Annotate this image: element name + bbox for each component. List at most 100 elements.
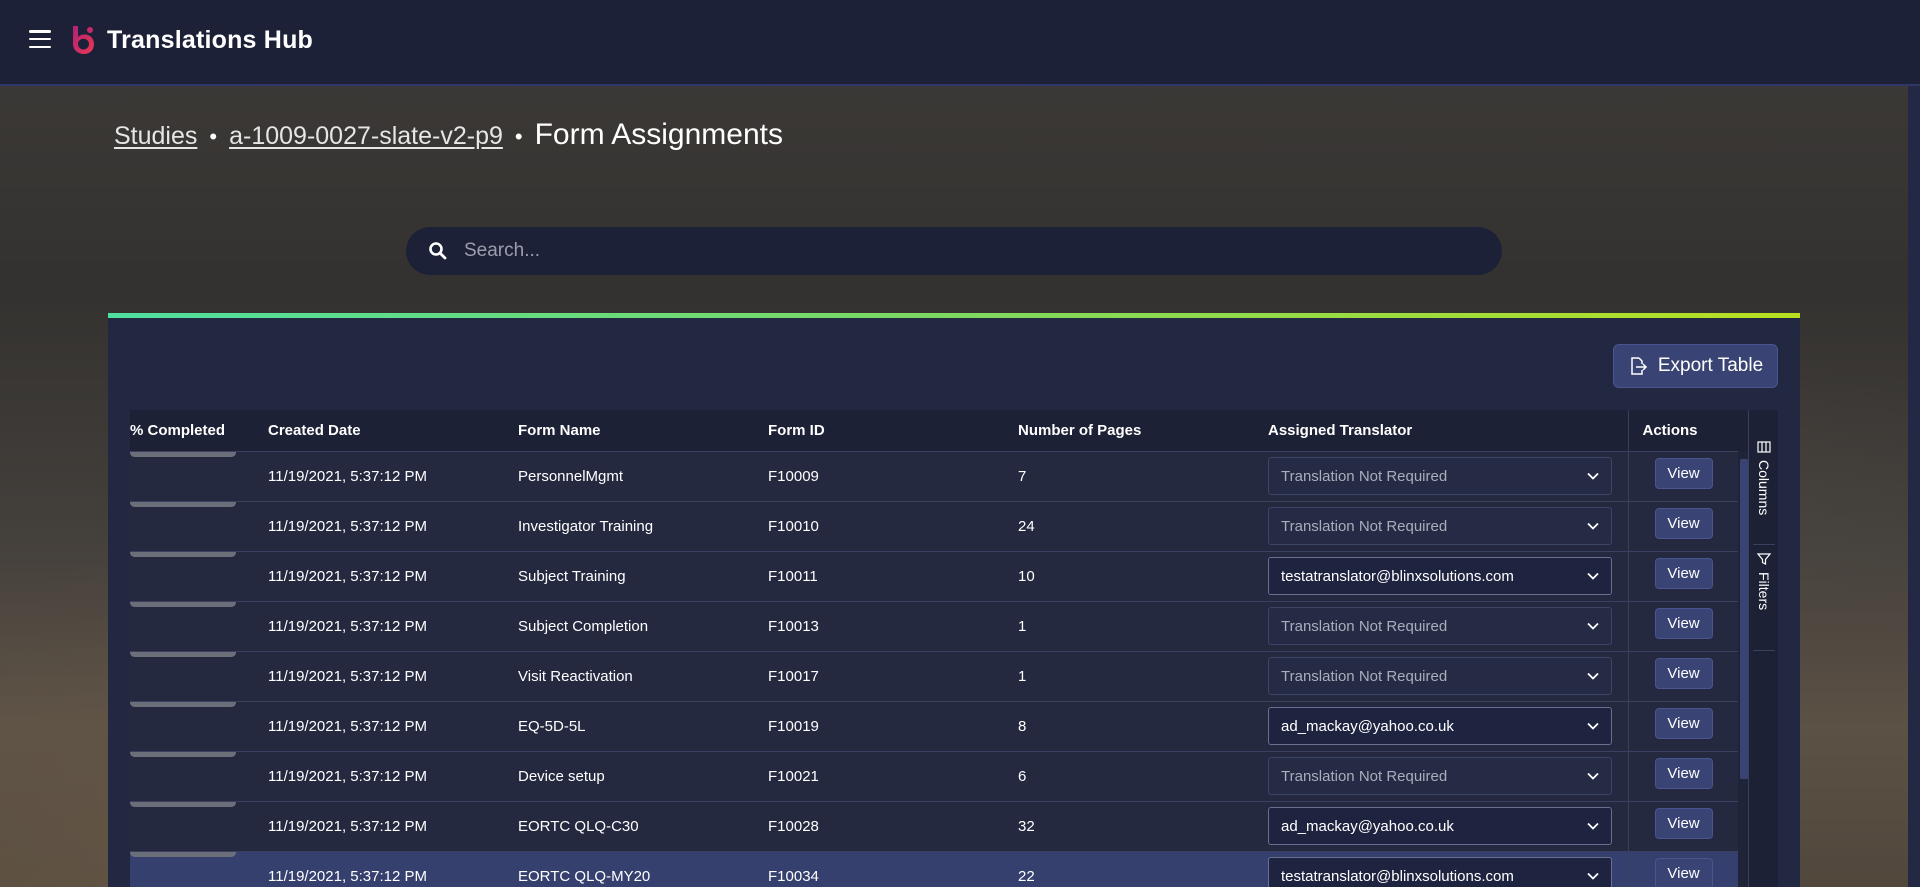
translator-cell: testatranslator@blinxsolutions.com xyxy=(1268,851,1628,887)
form-id-cell: F10009 xyxy=(768,467,819,485)
form-id-cell: F10028 xyxy=(768,817,819,835)
completion-progress-bar xyxy=(130,801,236,807)
breadcrumb-studies-link[interactable]: Studies xyxy=(114,122,197,151)
column-header-form-name[interactable]: Form Name xyxy=(518,410,768,452)
filters-tab[interactable]: Filters xyxy=(1749,552,1779,610)
actions-cell: View xyxy=(1627,751,1748,801)
created-date-cell: 11/19/2021, 5:37:12 PM xyxy=(268,767,428,785)
table-row[interactable]: 11/19/2021, 5:37:12 PM EORTC QLQ-C30 F1002… xyxy=(130,801,1748,851)
table-row[interactable]: 11/19/2021, 5:37:12 PM Device setup F10021… xyxy=(130,751,1748,801)
table-row[interactable]: 11/19/2021, 5:37:12 PM Visit Reactivation… xyxy=(130,651,1748,701)
table-header-row: Completed % Created Date Form Name Form … xyxy=(130,410,1748,452)
side-panel-divider xyxy=(1753,650,1775,651)
form-name-cell: Subject Completion xyxy=(518,617,649,635)
completion-progress-bar xyxy=(130,651,236,657)
view-button[interactable]: View xyxy=(1654,507,1713,539)
form-name-cell: Device setup xyxy=(518,767,605,785)
translator-select[interactable]: ad_mackay@yahoo.co.uk xyxy=(1268,807,1612,845)
column-header-completed[interactable]: Completed % xyxy=(130,410,268,452)
translator-select[interactable]: testatranslator@blinxsolutions.com xyxy=(1268,857,1612,887)
table-scrollbar[interactable] xyxy=(1738,451,1748,887)
translator-select[interactable]: testatranslator@blinxsolutions.com xyxy=(1268,557,1612,595)
translator-select[interactable]: Translation Not Required xyxy=(1268,657,1612,695)
app-title: Translations Hub xyxy=(107,25,314,54)
completed-cell xyxy=(130,651,268,701)
translator-select[interactable]: Translation Not Required xyxy=(1268,457,1612,495)
chevron-down-icon xyxy=(1587,722,1599,730)
search-input[interactable] xyxy=(464,231,1464,271)
completion-progress-bar xyxy=(130,551,236,557)
actions-cell: View xyxy=(1627,851,1748,887)
translator-select-value: ad_mackay@yahoo.co.uk xyxy=(1281,717,1454,735)
translator-select[interactable]: ad_mackay@yahoo.co.uk xyxy=(1268,707,1612,745)
view-button[interactable]: View xyxy=(1654,757,1713,789)
translator-select-value: Translation Not Required xyxy=(1281,767,1448,785)
form-name-cell: Subject Training xyxy=(518,567,626,585)
chevron-down-icon xyxy=(1587,872,1599,880)
translator-select[interactable]: Translation Not Required xyxy=(1268,607,1612,645)
page-scrollbar[interactable] xyxy=(1908,86,1920,887)
export-table-button[interactable]: Export Table xyxy=(1613,344,1778,388)
completed-cell xyxy=(130,501,268,551)
completion-progress-bar xyxy=(130,451,236,457)
view-button[interactable]: View xyxy=(1654,807,1713,839)
actions-cell: View xyxy=(1627,651,1748,701)
table-row[interactable]: 11/19/2021, 5:37:12 PM Subject Training F1… xyxy=(130,551,1748,601)
view-button[interactable]: View xyxy=(1654,857,1713,887)
column-header-form-id[interactable]: Form ID xyxy=(768,410,1018,452)
side-panel-divider xyxy=(1753,544,1775,545)
table-scrollbar-thumb[interactable] xyxy=(1740,459,1748,779)
translator-select[interactable]: Translation Not Required xyxy=(1268,507,1612,545)
chevron-down-icon xyxy=(1587,672,1599,680)
table-row[interactable]: 11/19/2021, 5:37:12 PM PersonnelMgmt F1000… xyxy=(130,451,1748,501)
filter-icon xyxy=(1757,553,1771,565)
column-header-created-date[interactable]: Created Date xyxy=(268,410,518,452)
view-button[interactable]: View xyxy=(1654,707,1713,739)
created-date-cell: 11/19/2021, 5:37:12 PM xyxy=(268,567,428,585)
table-row[interactable]: 11/19/2021, 5:37:12 PM Investigator Train… xyxy=(130,501,1748,551)
top-app-bar: Translations Hub xyxy=(0,0,1920,86)
form-name-cell: EORTC QLQ-MY20 xyxy=(518,867,651,885)
table-panel: Export Table Completed % Created Date Fo… xyxy=(108,314,1800,887)
view-button[interactable]: View xyxy=(1654,607,1713,639)
table-row[interactable]: 11/19/2021, 5:37:12 PM Subject Completion… xyxy=(130,601,1748,651)
actions-cell: View xyxy=(1627,601,1748,651)
chevron-down-icon xyxy=(1587,522,1599,530)
pages-cell: 8 xyxy=(1018,717,1027,735)
columns-tab[interactable]: Columns xyxy=(1749,440,1779,515)
view-button[interactable]: View xyxy=(1654,557,1713,589)
breadcrumb-study-link[interactable]: a-1009-0027-slate-v2-p9 xyxy=(229,122,503,151)
menu-icon[interactable] xyxy=(29,30,51,48)
translator-cell: testatranslator@blinxsolutions.com xyxy=(1268,551,1628,601)
column-header-pages[interactable]: Number of Pages xyxy=(1018,410,1268,452)
chevron-down-icon xyxy=(1587,472,1599,480)
search-icon xyxy=(429,242,447,260)
tool-panel-sidebar: Columns Filters xyxy=(1748,410,1778,887)
completed-cell xyxy=(130,451,268,501)
completion-progress-bar xyxy=(130,751,236,757)
completion-progress-bar xyxy=(130,601,236,607)
columns-tab-label: Columns xyxy=(1756,460,1772,516)
export-icon xyxy=(1631,357,1647,375)
translator-select-value: Translation Not Required xyxy=(1281,617,1448,635)
table-row[interactable]: 11/19/2021, 5:37:12 PM EORTC QLQ-MY20 F100… xyxy=(130,851,1748,887)
panel-accent-bar xyxy=(108,313,1800,318)
form-id-cell: F10013 xyxy=(768,617,819,635)
completion-progress-bar xyxy=(130,501,236,507)
created-date-cell: 11/19/2021, 5:37:12 PM xyxy=(268,617,428,635)
chevron-down-icon xyxy=(1587,772,1599,780)
view-button[interactable]: View xyxy=(1654,457,1713,489)
column-header-translator[interactable]: Assigned Translator xyxy=(1268,410,1628,452)
chevron-down-icon xyxy=(1587,622,1599,630)
completed-cell xyxy=(130,751,268,801)
table-row[interactable]: 11/19/2021, 5:37:12 PM EQ-5D-5L F10019 8 ad_… xyxy=(130,701,1748,751)
export-table-label: Export Table xyxy=(1657,355,1764,376)
form-id-cell: F10021 xyxy=(768,767,819,785)
completed-cell xyxy=(130,601,268,651)
actions-cell: View xyxy=(1627,551,1748,601)
view-button[interactable]: View xyxy=(1654,657,1713,689)
form-name-cell: EQ-5D-5L xyxy=(518,717,586,735)
actions-cell: View xyxy=(1627,801,1748,851)
translator-select[interactable]: Translation Not Required xyxy=(1268,757,1612,795)
chevron-down-icon xyxy=(1587,822,1599,830)
